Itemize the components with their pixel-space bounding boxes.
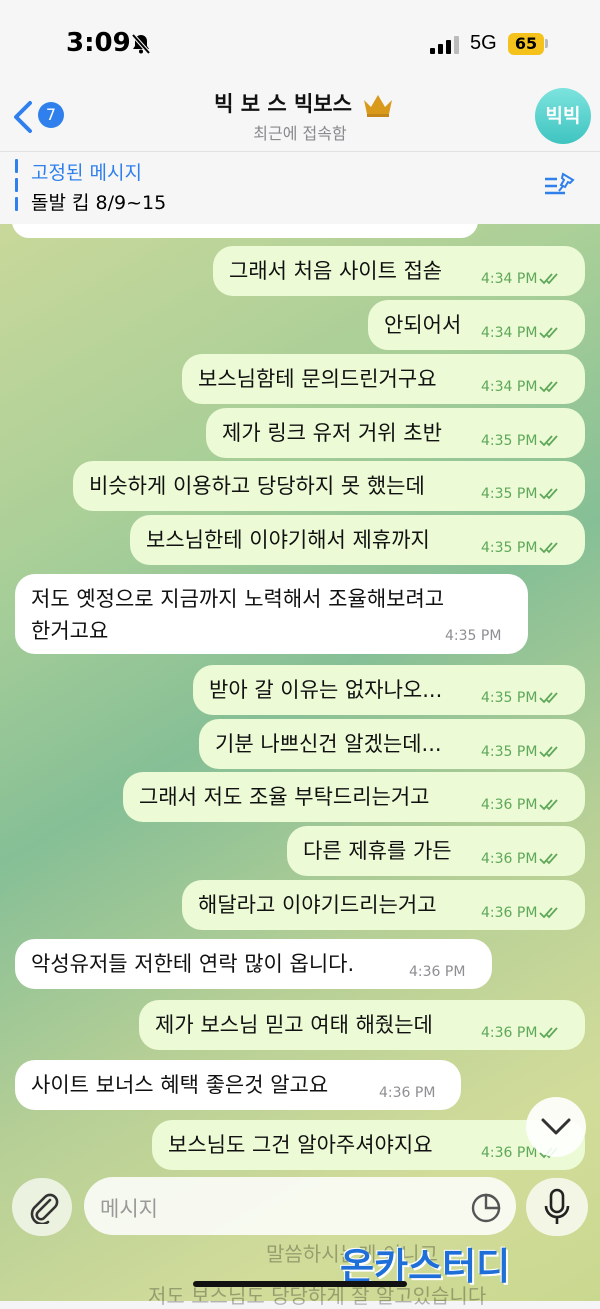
microphone-icon — [544, 1188, 570, 1224]
message-text: 비슷하게 이용하고 당당하지 못 했는데 — [89, 474, 425, 498]
crown-icon — [362, 92, 394, 122]
message-time: 4:36 PM — [481, 851, 561, 867]
message-time: 4:35 PM — [481, 744, 561, 760]
message-bubble-out[interactable]: 받아 갈 이유는 없자나오... 4:35 PM — [193, 665, 585, 715]
message-text: 보스님도 그건 알아주셔야지요 — [168, 1133, 433, 1157]
message-time: 4:34 PM — [481, 379, 561, 395]
double-check-icon — [539, 799, 559, 811]
message-text: 기분 나쁘신건 알겠는데... — [215, 732, 442, 756]
message-bubble-in[interactable]: 저도 옛정으로 지금까지 노력해서 조율해보려고 한거고요 4:35 PM — [15, 574, 528, 654]
message-bubble-out[interactable]: 보스님한테 이야기해서 제휴까지 4:35 PM — [130, 515, 585, 565]
home-indicator — [193, 1281, 407, 1287]
message-text: 악성유저들 저한테 연락 많이 옵니다. — [31, 952, 355, 976]
message-time: 4:34 PM — [481, 325, 561, 341]
message-bubble-in[interactable]: 사이트 보너스 혜택 좋은것 알고요 4:36 PM — [15, 1060, 461, 1110]
message-bubble-out[interactable]: 제가 보스님 믿고 여태 해줬는데 4:36 PM — [139, 1000, 585, 1050]
chat-status: 최근에 접속함 — [253, 124, 347, 143]
paperclip-icon — [30, 1193, 59, 1224]
message-bubble-out[interactable]: 그래서 처음 사이트 접솓 4:34 PM — [213, 246, 585, 296]
double-check-icon — [539, 746, 559, 758]
chat-background: 그래서 처음 사이트 접솓 4:34 PM 안되어서 4:34 PM 보스님함테… — [0, 224, 600, 1301]
avatar[interactable]: 빅빅 — [535, 88, 591, 144]
message-bubble-out[interactable]: 다른 제휴를 가든 4:36 PM — [287, 826, 585, 876]
message-time: 4:35 PM — [481, 540, 561, 556]
message-bubble-out[interactable]: 해달라고 이야기드리는거고 4:36 PM — [182, 880, 585, 930]
double-check-icon — [539, 435, 559, 447]
message-text: 저도 옛정으로 지금까지 노력해서 조율해보려고 — [31, 587, 445, 611]
pinned-text: 돌발 킵 8/9~15 — [31, 192, 167, 214]
double-check-icon — [539, 907, 559, 919]
message-text: 보스님한테 이야기해서 제휴까지 — [146, 528, 430, 552]
message-time: 4:35 PM — [481, 486, 561, 502]
battery-cap — [545, 39, 548, 48]
message-time: 4:36 PM — [481, 905, 561, 921]
double-check-icon — [539, 1027, 559, 1039]
pin-list-icon[interactable] — [543, 172, 577, 204]
message-text: 보스님함테 문의드린거구요 — [198, 367, 437, 391]
message-text: 한거고요 — [31, 619, 109, 643]
message-text: 받아 갈 이유는 없자나오... — [209, 678, 443, 702]
chat-title[interactable]: 빅 보 스 빅보스 — [0, 88, 600, 118]
partial-message-bubble — [12, 224, 478, 238]
message-bubble-out[interactable]: 그래서 저도 조율 부탁드리는거고 4:36 PM — [123, 772, 585, 822]
message-time: 4:35 PM — [481, 690, 561, 706]
chevron-down-icon — [541, 1118, 571, 1135]
message-text: 다른 제휴를 가든 — [303, 839, 452, 863]
message-bubble-out[interactable]: 보스님함테 문의드린거구요 4:34 PM — [182, 354, 585, 404]
message-time: 4:36 PM — [481, 797, 561, 813]
double-check-icon — [539, 327, 559, 339]
message-bubble-out[interactable]: 보스님도 그건 알아주셔야지요 4:36 PM — [152, 1120, 585, 1170]
pinned-title: 고정된 메시지 — [31, 162, 142, 184]
message-text: 안되어서 — [384, 313, 462, 337]
message-time: 4:35 PM — [445, 628, 502, 644]
message-bubble-in[interactable]: 악성유저들 저한테 연락 많이 옵니다. 4:36 PM — [15, 939, 492, 989]
message-text: 제가 링크 유저 거위 초반 — [222, 421, 442, 445]
scroll-down-button[interactable] — [526, 1097, 586, 1157]
double-check-icon — [539, 273, 559, 285]
message-text: 그래서 저도 조율 부탁드리는거고 — [139, 785, 430, 809]
message-time: 4:34 PM — [481, 271, 561, 287]
message-text: 제가 보스님 믿고 여태 해줬는데 — [155, 1013, 433, 1037]
double-check-icon — [539, 381, 559, 393]
message-time: 4:36 PM — [379, 1085, 436, 1101]
double-check-icon — [539, 488, 559, 500]
double-check-icon — [539, 692, 559, 704]
message-bubble-out[interactable]: 기분 나쁘신건 알겠는데... 4:35 PM — [199, 719, 585, 769]
signal-icon — [430, 36, 460, 58]
pinned-indicator — [15, 159, 18, 215]
message-time: 4:36 PM — [409, 964, 466, 980]
message-input-placeholder: 메시지 — [100, 1197, 158, 1221]
message-time: 4:36 PM — [481, 1025, 561, 1041]
message-bubble-out[interactable]: 비슷하게 이용하고 당당하지 못 했는데 4:35 PM — [73, 461, 585, 511]
double-check-icon — [539, 542, 559, 554]
status-time: 3:09 — [66, 28, 131, 58]
message-text: 해달라고 이야기드리는거고 — [198, 893, 437, 917]
double-check-icon — [539, 853, 559, 865]
sticker-icon[interactable] — [470, 1192, 502, 1228]
message-bubble-out[interactable]: 안되어서 4:34 PM — [368, 300, 585, 350]
message-text: 사이트 보너스 혜택 좋은것 알고요 — [31, 1073, 329, 1097]
network-type: 5G — [470, 32, 497, 54]
bell-slash-icon — [130, 33, 152, 59]
message-time: 4:35 PM — [481, 433, 561, 449]
message-bubble-out[interactable]: 제가 링크 유저 거위 초반 4:35 PM — [206, 408, 585, 458]
battery-level: 65 — [508, 33, 544, 55]
message-text: 그래서 처음 사이트 접솓 — [229, 259, 443, 283]
voice-record-button[interactable] — [526, 1178, 588, 1236]
attach-button[interactable] — [12, 1178, 72, 1236]
